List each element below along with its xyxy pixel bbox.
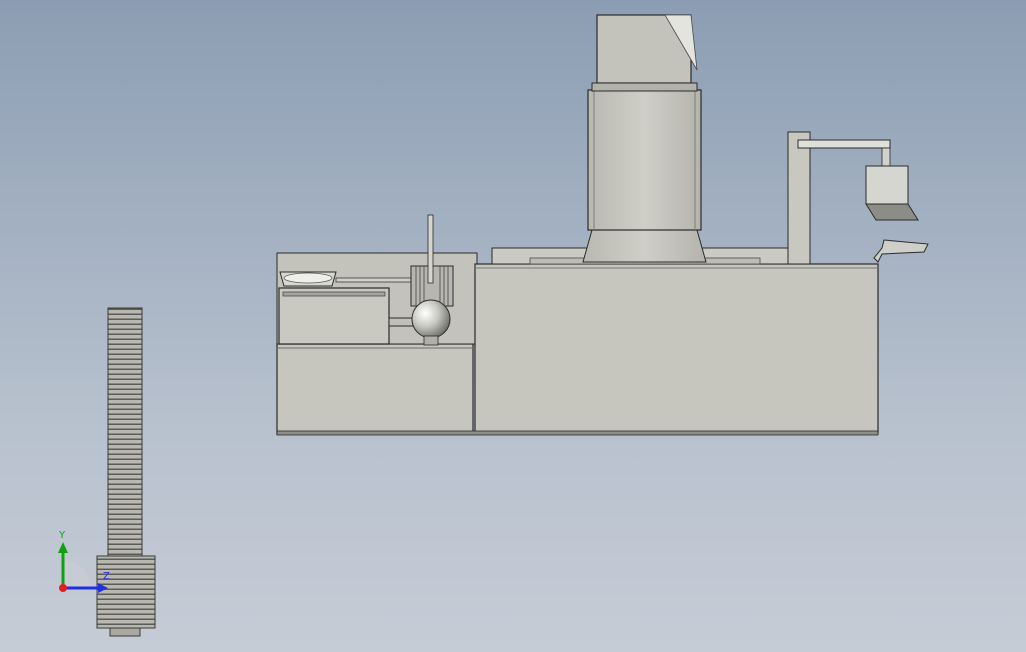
cad-graphics-viewport[interactable]: Y Z <box>0 0 1026 652</box>
spindle-column[interactable] <box>582 14 707 263</box>
triad-z-label: Z <box>103 571 110 582</box>
triad-y-label: Y <box>59 530 66 541</box>
right-shelf[interactable] <box>873 239 929 263</box>
motor-valve-assembly[interactable] <box>410 214 454 346</box>
coordinate-triad: Y Z <box>48 528 118 598</box>
machine-model-side-view[interactable] <box>0 0 1026 652</box>
